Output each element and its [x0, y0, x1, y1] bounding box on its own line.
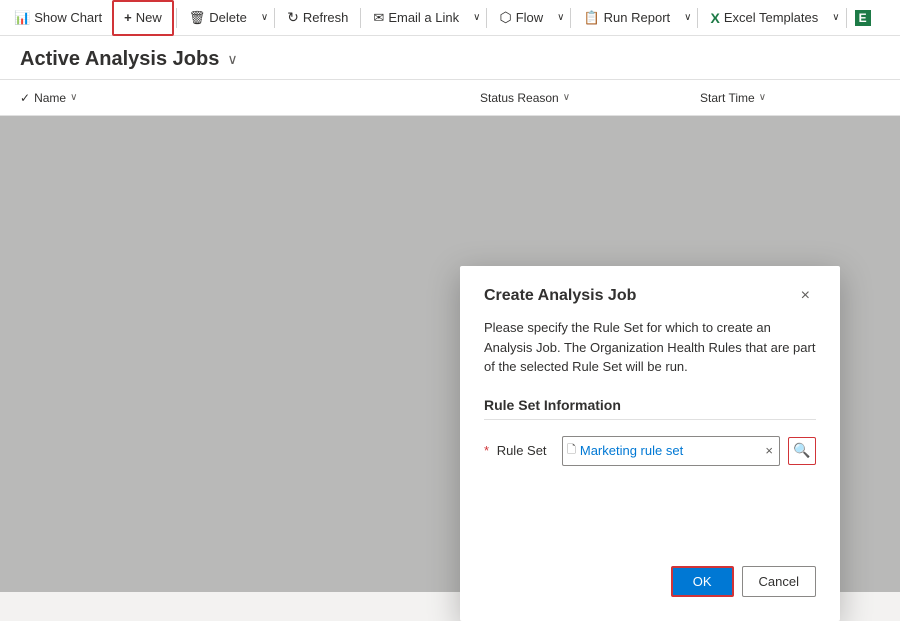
chevron-down-icon-3: ∨	[557, 12, 564, 23]
page-header: Active Analysis Jobs ∨	[0, 36, 900, 80]
cancel-button[interactable]: Cancel	[742, 566, 816, 597]
separator-7	[846, 8, 847, 28]
create-analysis-job-dialog: Create Analysis Job × Please specify the…	[460, 266, 840, 621]
new-icon: +	[124, 10, 132, 25]
excel-templates-button[interactable]: X Excel Templates	[700, 0, 828, 36]
chevron-down-icon-5: ∨	[832, 12, 839, 23]
rule-set-label: * Rule Set	[484, 443, 554, 458]
page-title-dropdown[interactable]: ∨	[227, 51, 237, 68]
delete-button[interactable]: 🗑 Delete	[179, 0, 257, 36]
report-icon: 📋	[583, 10, 599, 26]
dialog-description: Please specify the Rule Set for which to…	[484, 318, 816, 377]
col-name-label[interactable]: Name	[34, 91, 66, 105]
required-indicator: *	[484, 443, 489, 458]
new-button[interactable]: + New	[112, 0, 174, 36]
col-starttime-chevron: ∨	[759, 92, 766, 103]
col-name-chevron: ∨	[70, 92, 77, 103]
col-status-chevron: ∨	[563, 92, 570, 103]
col-starttime-label: Start Time	[700, 91, 755, 105]
rule-set-input-container: 🗋 Marketing rule set ×	[562, 436, 780, 466]
run-report-button[interactable]: 📋 Run Report	[573, 0, 680, 36]
col-check: ✓ Name ∨	[20, 91, 80, 105]
excel-icon: X	[710, 10, 719, 26]
rule-set-search-button[interactable]: 🔍	[788, 437, 816, 465]
chevron-down-icon: ∨	[261, 12, 268, 23]
chart-icon: 📊	[14, 10, 30, 26]
delete-dropdown[interactable]: ∨	[257, 0, 272, 36]
delete-icon: 🗑	[189, 10, 206, 26]
excel-dropdown[interactable]: ∨	[828, 0, 843, 36]
page-title: Active Analysis Jobs	[20, 48, 219, 71]
dialog-close-button[interactable]: ×	[795, 286, 816, 306]
dialog-title: Create Analysis Job	[484, 287, 636, 305]
email-icon: ✉	[373, 10, 384, 26]
refresh-button[interactable]: ↻ Refresh	[277, 0, 358, 36]
column-headers: ✓ Name ∨ Status Reason ∨ Start Time ∨	[0, 80, 900, 116]
flow-button[interactable]: ⬡ Flow	[489, 0, 553, 36]
rule-set-field: * Rule Set 🗋 Marketing rule set × 🔍	[484, 436, 816, 466]
separator-3	[360, 8, 361, 28]
record-icon: 🗋	[567, 441, 576, 460]
toolbar: 📊 Show Chart + New 🗑 Delete ∨ ↻ Refresh …	[0, 0, 900, 36]
main-content: Create Analysis Job × Please specify the…	[0, 116, 900, 592]
show-chart-button[interactable]: 📊 Show Chart	[4, 0, 112, 36]
dialog-header: Create Analysis Job ×	[484, 286, 816, 306]
excel-icon-right: E	[855, 10, 871, 26]
email-dropdown[interactable]: ∨	[469, 0, 484, 36]
dialog-footer: OK Cancel	[484, 566, 816, 597]
separator-5	[570, 8, 571, 28]
flow-dropdown[interactable]: ∨	[553, 0, 568, 36]
refresh-icon: ↻	[287, 9, 299, 26]
separator-2	[274, 8, 275, 28]
chevron-down-icon-2: ∨	[473, 12, 480, 23]
separator-6	[697, 8, 698, 28]
separator-4	[486, 8, 487, 28]
run-report-dropdown[interactable]: ∨	[680, 0, 695, 36]
col-starttime-header[interactable]: Start Time ∨	[700, 91, 880, 105]
col-status-label: Status Reason	[480, 91, 559, 105]
separator-1	[176, 8, 177, 28]
ok-button[interactable]: OK	[671, 566, 734, 597]
col-status-header[interactable]: Status Reason ∨	[480, 91, 700, 105]
flow-icon: ⬡	[499, 9, 511, 26]
email-link-button[interactable]: ✉ Email a Link	[363, 0, 469, 36]
chevron-down-icon-4: ∨	[684, 12, 691, 23]
check-icon: ✓	[20, 91, 30, 105]
search-icon: 🔍	[793, 442, 810, 459]
rule-set-clear-button[interactable]: ×	[763, 443, 775, 458]
rule-set-value: Marketing rule set	[580, 443, 760, 458]
excel-button-right[interactable]: E	[849, 0, 877, 36]
dialog-section-title: Rule Set Information	[484, 397, 816, 420]
